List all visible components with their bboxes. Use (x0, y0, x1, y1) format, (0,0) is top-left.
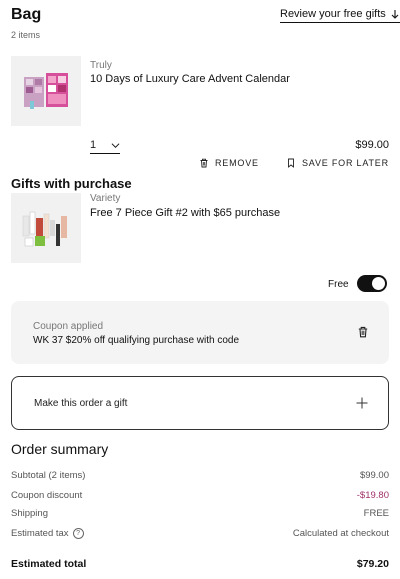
summary-row-shipping: Shipping FREE (11, 508, 389, 519)
gift-brand: Variety (90, 193, 121, 204)
advent-calendar-image (24, 73, 68, 109)
save-for-later-label: SAVE FOR LATER (302, 158, 389, 168)
gifts-with-purchase-title: Gifts with purchase (11, 176, 132, 191)
bag-title: Bag (11, 6, 42, 23)
product-image[interactable] (11, 56, 81, 126)
summary-row-total: Estimated total $79.20 (11, 558, 389, 570)
estimated-total-value: $79.20 (356, 558, 389, 570)
quantity-value: 1 (90, 139, 97, 151)
toggle-knob (372, 277, 385, 290)
arrow-down-icon (391, 10, 399, 19)
plus-icon (356, 397, 368, 409)
free-gift-toggle[interactable] (357, 275, 387, 292)
gift-image[interactable] (11, 193, 81, 263)
make-gift-button[interactable]: Make this order a gift (11, 376, 389, 430)
bookmark-icon (288, 158, 294, 168)
summary-row-subtotal: Subtotal (2 items) $99.00 (11, 470, 389, 481)
remove-label: REMOVE (215, 158, 259, 168)
review-free-gifts-link[interactable]: Review your free gifts (280, 8, 400, 23)
product-brand: Truly (90, 60, 112, 71)
coupon-discount-label: Coupon discount (11, 490, 83, 501)
coupon-discount-value: -$19.80 (356, 490, 389, 501)
coupon-code-text: WK 37 $20% off qualifying purchase with … (33, 335, 240, 346)
tax-label-group: Estimated tax ? (11, 528, 84, 539)
review-free-gifts-label: Review your free gifts (280, 8, 386, 20)
question-icon[interactable]: ? (72, 528, 84, 539)
gift-name: Free 7 Piece Gift #2 with $65 purchase (90, 207, 281, 219)
estimated-total-label: Estimated total (11, 558, 87, 570)
product-price: $99.00 (355, 139, 389, 151)
shipping-label: Shipping (11, 508, 48, 519)
subtotal-label: Subtotal (2 items) (11, 470, 86, 481)
shipping-value: FREE (363, 508, 389, 519)
coupon-card: Coupon applied WK 37 $20% off qualifying… (11, 301, 389, 364)
summary-row-coupon: Coupon discount -$19.80 (11, 490, 389, 501)
coupon-applied-label: Coupon applied (33, 321, 104, 332)
chevron-down-icon (111, 142, 120, 148)
product-name[interactable]: 10 Days of Luxury Care Advent Calendar (90, 73, 290, 85)
trash-icon (200, 158, 208, 168)
estimated-tax-value: Calculated at checkout (292, 528, 389, 539)
subtotal-value: $99.00 (359, 470, 389, 481)
free-gift-label: Free (328, 279, 349, 290)
remove-button[interactable]: REMOVE (199, 158, 259, 168)
bag-item-count: 2 items (11, 30, 41, 40)
make-gift-label: Make this order a gift (34, 398, 128, 409)
quantity-select[interactable]: 1 (90, 139, 120, 154)
estimated-tax-label: Estimated tax (11, 528, 69, 539)
summary-row-tax: Estimated tax ? Calculated at checkout (11, 528, 389, 539)
gift-set-image (22, 211, 67, 247)
order-summary-title: Order summary (11, 441, 109, 457)
trash-icon[interactable] (357, 326, 369, 338)
save-for-later-button[interactable]: SAVE FOR LATER (286, 158, 389, 168)
